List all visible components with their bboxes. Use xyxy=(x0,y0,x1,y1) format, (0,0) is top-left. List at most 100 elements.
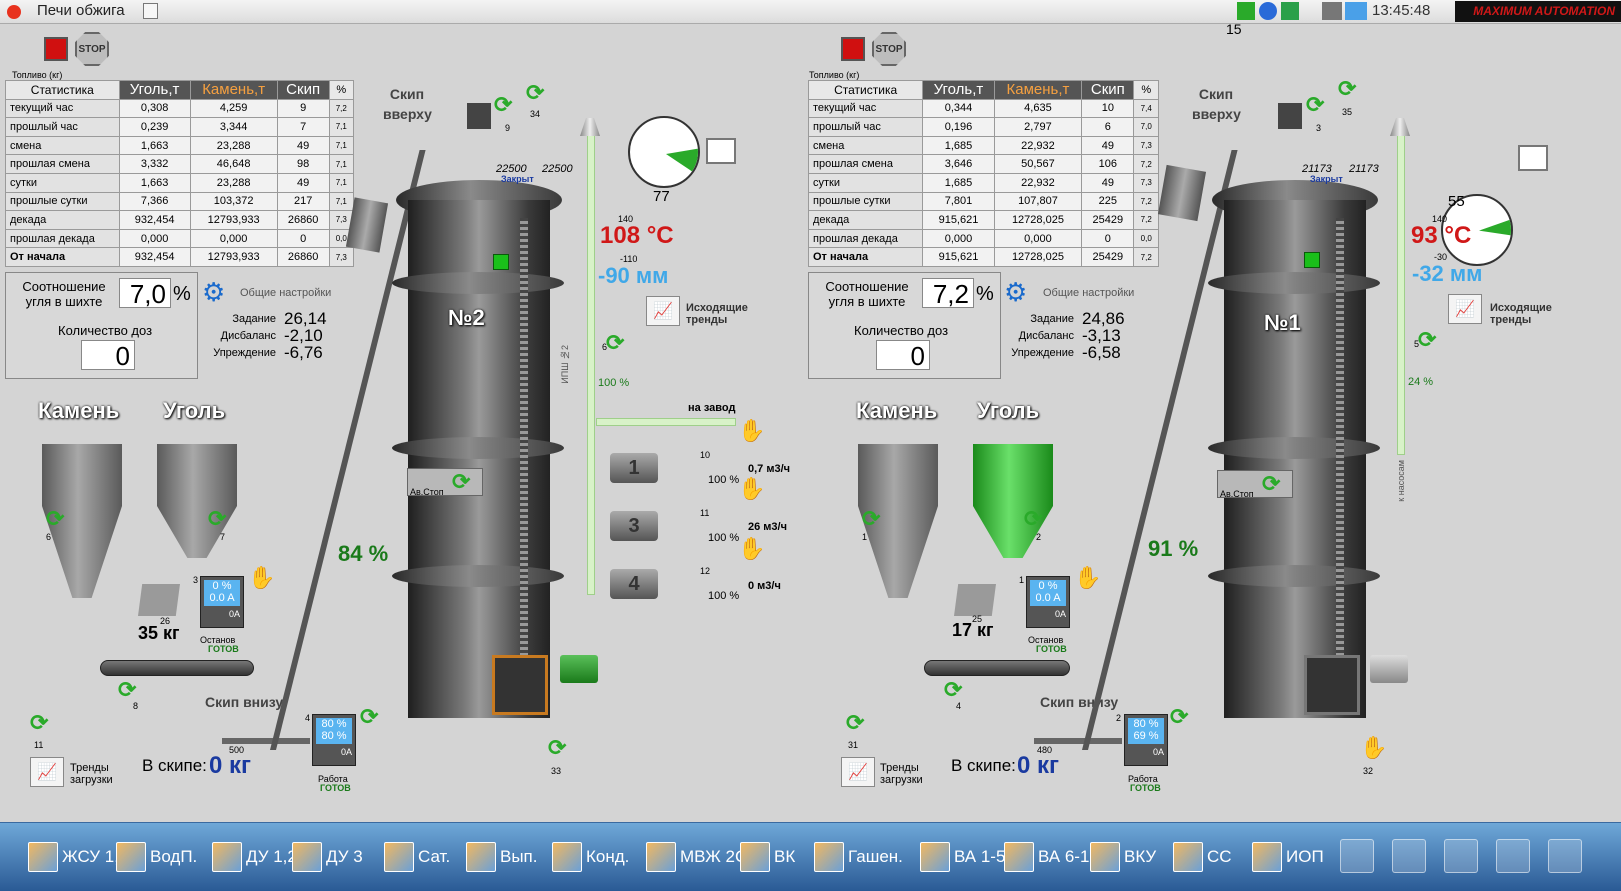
auto-stop-panel-2[interactable]: Ав.Стоп ⟳ xyxy=(1217,470,1293,499)
row-label: прошлые сутки xyxy=(807,191,924,212)
taskbar-item[interactable]: ВодП. xyxy=(116,837,197,877)
user-admin-icon[interactable] xyxy=(1496,839,1530,873)
skip-motor-status-icon[interactable]: ⟳ xyxy=(360,704,378,730)
pump-3[interactable]: 3 xyxy=(610,511,658,541)
pump-2-hand-icon[interactable]: ✋ xyxy=(738,476,765,502)
taskbar-item[interactable]: Вып. xyxy=(466,837,538,877)
exhaust-pipe-2 xyxy=(1397,135,1405,455)
table-cell: 22,932 xyxy=(993,172,1083,193)
trends-out-link[interactable]: Исходящие тренды xyxy=(686,302,756,326)
coal-feeder-status-icon-2[interactable]: ⟳ xyxy=(1024,506,1042,532)
table-cell: 23,288 xyxy=(189,135,278,156)
manual-hand-icon-2[interactable]: ✋ xyxy=(1074,565,1101,591)
gate-status-icon-2[interactable]: ⟳ xyxy=(1306,92,1324,118)
taskbar-item[interactable]: Сат. xyxy=(384,837,450,877)
taskbar-item[interactable]: Гашен. xyxy=(814,837,903,877)
pump-3-hand-icon[interactable]: ✋ xyxy=(738,536,765,562)
dose-count-input-2[interactable]: 0 xyxy=(876,340,930,371)
taskbar-item[interactable]: ВА 1-5 xyxy=(920,837,1005,877)
auto-stop-panel[interactable]: Ав.Стоп ⟳ xyxy=(407,468,483,497)
trends-out-icon[interactable]: 📈 xyxy=(646,296,680,326)
coal-ratio-input[interactable]: 7,0 xyxy=(119,278,171,309)
taskbar-item[interactable]: СС xyxy=(1173,837,1232,877)
coal-ratio-input-2[interactable]: 7,2 xyxy=(922,278,974,309)
discharge-motor-2[interactable] xyxy=(1370,655,1408,683)
info-icon[interactable] xyxy=(1548,839,1582,873)
printer-icon[interactable] xyxy=(1322,2,1342,20)
taskbar-item[interactable]: ВКУ xyxy=(1090,837,1156,877)
coal-feeder-status-icon[interactable]: ⟳ xyxy=(208,506,226,532)
trends-out-icon-2[interactable]: 📈 xyxy=(1448,294,1482,324)
stop-square-button[interactable] xyxy=(44,37,68,61)
taskbar-item[interactable]: ВК xyxy=(740,837,795,877)
stop-button[interactable]: STOP xyxy=(75,32,109,66)
app-icon xyxy=(740,842,770,872)
conveyor-status-icon[interactable]: ⟳ xyxy=(118,677,136,703)
skip-motor-status-icon-2[interactable]: ⟳ xyxy=(1170,704,1188,730)
auto-stop-label-2: Ав.Стоп xyxy=(1220,489,1254,499)
motor-meter-2[interactable]: 80 % 80 % 0A xyxy=(312,714,356,766)
plant-pipe xyxy=(596,418,736,426)
pump-1[interactable]: 1 xyxy=(610,453,658,483)
dial-reset-button[interactable] xyxy=(706,138,736,164)
gate-valve-status-icon[interactable]: ⟳ xyxy=(526,80,544,106)
refresh-icon[interactable] xyxy=(1259,2,1277,20)
damper-status-icon[interactable]: ⟳ xyxy=(606,330,624,356)
auto-stop-status-icon-2[interactable]: ⟳ xyxy=(1262,471,1280,497)
stop-button-2[interactable]: STOP xyxy=(872,32,906,66)
fan-status-icon[interactable]: ⟳ xyxy=(30,710,48,736)
motor-meter-4[interactable]: 80 % 69 % 0A xyxy=(1124,714,1168,766)
document-icon[interactable] xyxy=(143,3,158,19)
motor-meter-1[interactable]: 0 % 0.0 A 0A xyxy=(200,576,244,628)
top-gate-2[interactable] xyxy=(1278,103,1302,129)
gate-valve-status-icon-2[interactable]: ⟳ xyxy=(1338,76,1356,102)
discharge-motor[interactable] xyxy=(560,655,598,683)
fan-status-icon-2[interactable]: ⟳ xyxy=(846,710,864,736)
taskbar-item[interactable]: ВА 6-10 xyxy=(1004,837,1099,877)
trends-load-icon[interactable]: 📈 xyxy=(30,757,64,787)
motor-meter-3[interactable]: 0 % 0.0 A 0A xyxy=(1026,576,1070,628)
taskbar-item[interactable]: ИОП xyxy=(1252,837,1324,877)
pump-3-pct: 100 % xyxy=(708,532,740,544)
network-icon[interactable] xyxy=(1237,2,1255,20)
taskbar-item[interactable]: ДУ 1,2 xyxy=(212,837,297,877)
conveyor-status-icon-2[interactable]: ⟳ xyxy=(944,677,962,703)
menu-icon[interactable] xyxy=(1340,839,1374,873)
manual-hand-icon[interactable]: ✋ xyxy=(248,565,275,591)
gear-icon-2[interactable]: ⚙ xyxy=(1004,277,1027,308)
gate-status-icon[interactable]: ⟳ xyxy=(494,92,512,118)
settings-icon[interactable] xyxy=(1392,839,1426,873)
dial-reset-button-2[interactable] xyxy=(1518,145,1548,171)
trends-load-link[interactable]: Тренды загрузки xyxy=(70,762,125,786)
bottom-fan-hand-icon[interactable]: ✋ xyxy=(1360,735,1387,761)
stone-feeder-status-icon[interactable]: ⟳ xyxy=(46,506,64,532)
table-row: сутки 1,663 23,288 49 7,1 xyxy=(5,172,355,193)
stop-square-button-2[interactable] xyxy=(841,37,865,61)
trends-load-icon-2[interactable]: 📈 xyxy=(841,757,875,787)
auto-stop-status-icon[interactable]: ⟳ xyxy=(452,469,470,495)
settings-link-2[interactable]: Общие настройки xyxy=(1043,287,1134,299)
dial-active-segment xyxy=(666,148,698,178)
taskbar-item[interactable]: ЖСУ 1,2 xyxy=(28,837,128,877)
meter-1-ready: ГОТОВ xyxy=(208,644,239,654)
table-cell: 7,2 xyxy=(328,98,355,119)
gear-icon[interactable]: ⚙ xyxy=(202,277,225,308)
taskbar-item[interactable]: Конд. xyxy=(552,837,629,877)
trends-load-link-2[interactable]: Тренды загрузки xyxy=(880,762,935,786)
chart-icon[interactable] xyxy=(1444,839,1478,873)
pump-4[interactable]: 4 xyxy=(610,569,658,599)
damper-status-icon-2[interactable]: ⟳ xyxy=(1418,327,1436,353)
trends-out-link-2[interactable]: Исходящие тренды xyxy=(1490,302,1560,326)
user-icon[interactable] xyxy=(1281,2,1299,20)
pump-1-hand-icon[interactable]: ✋ xyxy=(738,418,765,444)
taskbar-item[interactable]: МВЖ 2С xyxy=(646,837,747,877)
table-cell: 98 xyxy=(276,154,330,174)
dose-count-input[interactable]: 0 xyxy=(81,340,135,371)
mail-icon[interactable] xyxy=(1345,2,1367,20)
top-gate[interactable] xyxy=(467,103,491,129)
bottom-fan-status-icon[interactable]: ⟳ xyxy=(548,735,566,761)
stone-feeder-status-icon-2[interactable]: ⟳ xyxy=(862,506,880,532)
close-button[interactable] xyxy=(7,5,21,19)
settings-link[interactable]: Общие настройки xyxy=(240,287,331,299)
taskbar-item[interactable]: ДУ 3 xyxy=(292,837,363,877)
